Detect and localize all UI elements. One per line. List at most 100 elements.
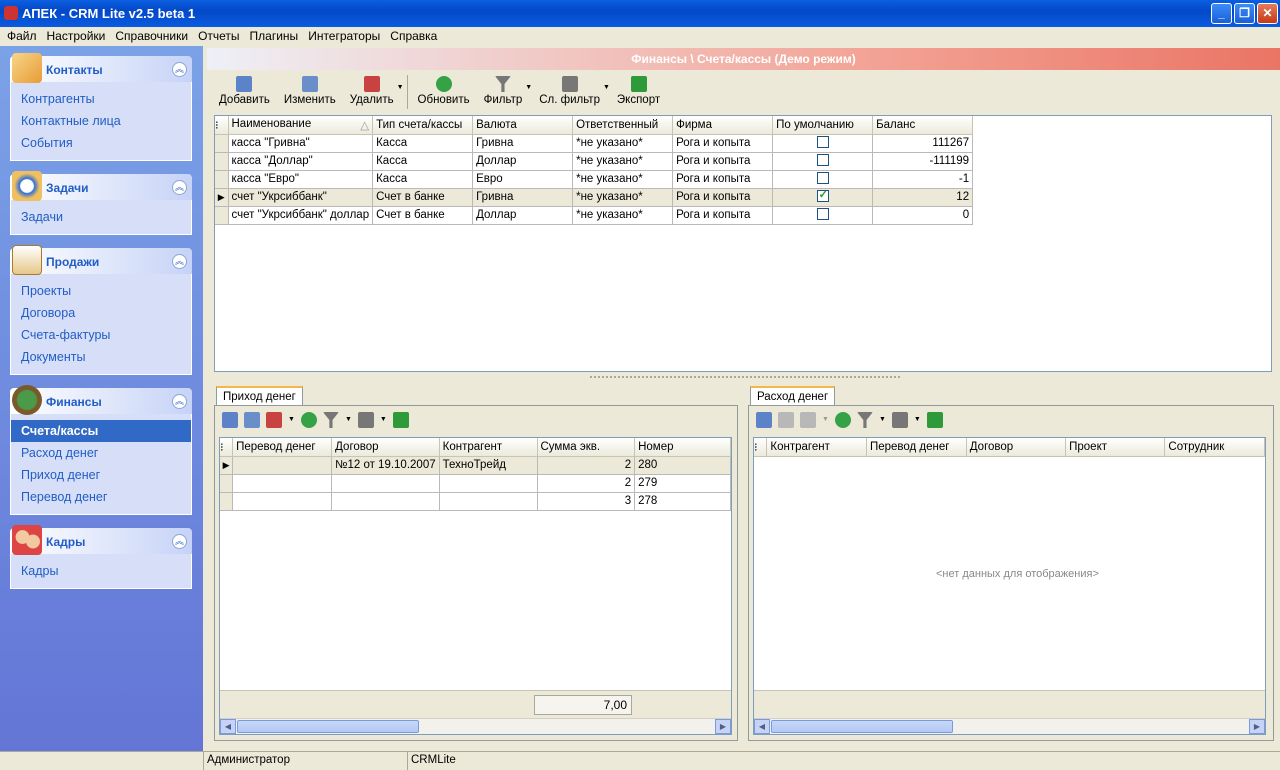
col-name[interactable]: Наименование △: [228, 116, 374, 135]
table-row[interactable]: 3 278: [220, 492, 731, 511]
default-checkbox-checked[interactable]: [816, 188, 829, 202]
cell-responsible[interactable]: *не указано*: [572, 152, 674, 171]
cell-firm[interactable]: Рога и копыта: [672, 170, 774, 189]
cell-number[interactable]: 280: [634, 456, 731, 475]
tab-expense[interactable]: Расход денег: [750, 386, 836, 406]
col-transfer[interactable]: Перевод денег: [232, 438, 333, 457]
accounts-grid[interactable]: ⁝ Наименование △ Тип счета/кассы Валюта О…: [214, 115, 1272, 372]
splitter-handle[interactable]: [590, 376, 900, 381]
sidebar-item-invoices[interactable]: Счета-фактуры: [11, 324, 191, 346]
col-transfer[interactable]: Перевод денег: [866, 438, 967, 457]
window-title-bar[interactable]: АПЕК - CRM Lite v2.5 beta 1: [0, 0, 1280, 27]
col-currency[interactable]: Валюта: [472, 116, 574, 135]
col-firm[interactable]: Фирма: [672, 116, 774, 135]
sidebar-item-tasks[interactable]: Задачи: [11, 206, 191, 228]
cell-sum[interactable]: 2: [537, 456, 636, 475]
cell-currency[interactable]: Доллар: [472, 206, 574, 225]
col-type[interactable]: Тип счета/кассы: [372, 116, 474, 135]
add-icon[interactable]: [222, 412, 238, 428]
horizontal-scrollbar[interactable]: ◀ ▶: [220, 718, 731, 734]
edit-button[interactable]: Изменить: [277, 72, 343, 112]
col-responsible[interactable]: Ответственный: [572, 116, 674, 135]
default-checkbox[interactable]: [816, 153, 829, 166]
export-button[interactable]: Экспорт: [610, 72, 667, 112]
cell-sum[interactable]: 2: [537, 474, 636, 493]
sidebar-item-accounts[interactable]: Счета/кассы: [11, 420, 191, 442]
group-header[interactable]: Продажи ︽: [10, 245, 192, 275]
cell-contract[interactable]: №12 от 19.10.2007: [331, 456, 440, 475]
cell-number[interactable]: 279: [634, 474, 731, 493]
scroll-thumb[interactable]: [771, 720, 953, 733]
sidebar-item-projects[interactable]: Проекты: [11, 280, 191, 302]
cell-contract[interactable]: [331, 474, 440, 493]
col-project[interactable]: Проект: [1065, 438, 1166, 457]
cell-name[interactable]: счет "Укрсиббанк" доллар: [228, 206, 374, 225]
refresh-icon[interactable]: [300, 412, 317, 428]
complex-filter-icon[interactable]: [891, 412, 908, 428]
excel-export-icon[interactable]: [392, 412, 409, 428]
add-button[interactable]: Добавить: [212, 72, 277, 112]
cell-currency[interactable]: Гривна: [472, 134, 574, 153]
cell-type[interactable]: Счет в банке: [372, 188, 474, 207]
complex-filter-button[interactable]: Сл. фильтр: [532, 72, 607, 112]
cell-type[interactable]: Счет в банке: [372, 206, 474, 225]
complex-filter-icon[interactable]: [357, 412, 374, 428]
close-button[interactable]: ✕: [1257, 3, 1278, 24]
cell-currency[interactable]: Евро: [472, 170, 574, 189]
tab-income[interactable]: Приход денег: [216, 386, 303, 406]
cell-partner[interactable]: [439, 492, 538, 511]
cell-transfer[interactable]: [232, 474, 333, 493]
col-contract[interactable]: Договор: [966, 438, 1067, 457]
default-checkbox[interactable]: [816, 135, 829, 148]
complex-filter-dropdown-icon[interactable]: ▼: [914, 412, 921, 428]
cell-responsible[interactable]: *не указано*: [572, 206, 674, 225]
collapse-icon[interactable]: ︽: [172, 254, 187, 269]
collapse-icon[interactable]: ︽: [172, 62, 187, 77]
default-checkbox[interactable]: [816, 207, 829, 220]
filter-dropdown-icon[interactable]: ▼: [879, 412, 886, 428]
scroll-left-icon[interactable]: ◀: [754, 719, 770, 734]
col-employee[interactable]: Сотрудник: [1164, 438, 1265, 457]
horizontal-scrollbar[interactable]: ◀ ▶: [754, 718, 1265, 734]
add-icon[interactable]: [756, 412, 772, 428]
cell-name[interactable]: касса "Гривна": [228, 134, 374, 153]
filter-icon[interactable]: [322, 412, 339, 428]
complex-filter-dropdown-icon[interactable]: ▼: [603, 72, 610, 112]
cell-partner[interactable]: [439, 474, 538, 493]
table-row-selected[interactable]: ▶ счет "Укрсиббанк" Счет в банке Гривна …: [215, 188, 974, 207]
scroll-right-icon[interactable]: ▶: [1249, 719, 1265, 734]
cell-responsible[interactable]: *не указано*: [572, 170, 674, 189]
edit-icon[interactable]: [244, 412, 260, 428]
cell-currency[interactable]: Гривна: [472, 188, 574, 207]
col-partner[interactable]: Контрагент: [766, 438, 867, 457]
cell-firm[interactable]: Рога и копыта: [672, 152, 774, 171]
income-grid[interactable]: ⁝ Перевод денег Договор Контрагент Сумма…: [219, 437, 732, 735]
column-chooser-icon[interactable]: ⁝: [215, 116, 229, 135]
cell-partner[interactable]: ТехноТрейд: [439, 456, 538, 475]
menu-file[interactable]: Файл: [2, 27, 42, 46]
sidebar-item-income[interactable]: Приход денег: [11, 464, 191, 486]
sidebar-item-contracts[interactable]: Договора: [11, 302, 191, 324]
collapse-icon[interactable]: ︽: [172, 394, 187, 409]
table-row[interactable]: касса "Доллар" Касса Доллар *не указано*…: [215, 152, 974, 171]
col-partner[interactable]: Контрагент: [439, 438, 538, 457]
group-header[interactable]: Контакты ︽: [10, 53, 192, 83]
cell-name[interactable]: счет "Укрсиббанк": [228, 188, 374, 207]
column-chooser-icon[interactable]: ⁝: [754, 438, 768, 457]
complex-filter-dropdown-icon[interactable]: ▼: [380, 412, 387, 428]
col-balance[interactable]: Баланс: [872, 116, 974, 135]
default-checkbox[interactable]: [816, 171, 829, 184]
group-header[interactable]: Задачи ︽: [10, 171, 192, 201]
filter-dropdown-icon[interactable]: ▼: [345, 412, 352, 428]
delete-dropdown-icon[interactable]: ▼: [397, 72, 404, 112]
cell-type[interactable]: Касса: [372, 134, 474, 153]
sidebar-item-contact-persons[interactable]: Контактные лица: [11, 110, 191, 132]
sidebar-item-counterparties[interactable]: Контрагенты: [11, 88, 191, 110]
scroll-right-icon[interactable]: ▶: [715, 719, 731, 734]
sidebar-item-events[interactable]: События: [11, 132, 191, 154]
cell-responsible[interactable]: *не указано*: [572, 134, 674, 153]
group-header[interactable]: Кадры ︽: [10, 525, 192, 555]
delete-dropdown-icon[interactable]: ▼: [288, 412, 295, 428]
menu-help[interactable]: Справка: [385, 27, 442, 46]
scroll-thumb[interactable]: [237, 720, 419, 733]
